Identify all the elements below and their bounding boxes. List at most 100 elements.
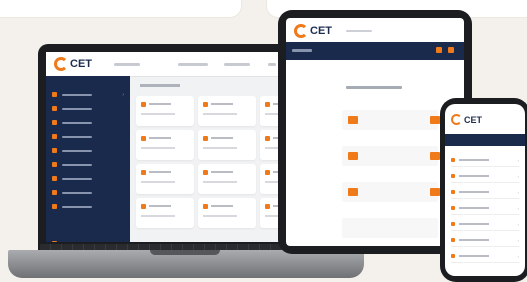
sidebar-label [62,107,92,110]
header-text [346,30,372,32]
chevron-right-icon: › [517,237,519,243]
menu-icon [451,238,455,242]
file-icon [52,106,57,111]
logo-mark-icon [451,114,462,125]
tile-title [149,205,171,207]
phone-menu-item[interactable]: › [451,202,519,215]
sidebar-item-users[interactable] [52,131,124,142]
brand-logo[interactable]: CET [451,114,482,125]
phone-navbar [445,134,525,146]
card-action-button[interactable] [430,116,440,124]
chevron-right-icon: › [517,253,519,259]
chart-icon [52,120,57,125]
dashboard-tile[interactable] [136,96,194,126]
tile-text [203,215,237,217]
content-card[interactable] [342,218,438,238]
tile-text [203,147,237,149]
tile-text [203,181,237,183]
tile-text [203,113,237,115]
header-nav-item[interactable] [224,63,250,66]
sidebar-item-home[interactable]: › [52,89,124,100]
card-icon [348,116,358,124]
dashboard-tile[interactable] [198,130,256,160]
header-nav-item[interactable] [178,63,208,66]
menu-icon [451,174,455,178]
tile-title [211,205,233,207]
tile-icon [203,204,208,209]
settings-icon [52,176,57,181]
sidebar: › [46,76,130,242]
dashboard-tile[interactable] [198,198,256,228]
logo-mark-icon [294,24,308,38]
card-icon [348,188,358,196]
sidebar-item-help[interactable] [52,201,124,212]
phone-menu-item[interactable]: › [451,218,519,231]
tile-title [211,137,233,139]
chevron-right-icon: › [517,221,519,227]
dashboard-tile[interactable] [198,96,256,126]
calendar-icon [52,148,57,153]
menu-button[interactable] [436,47,442,53]
menu-icon [451,222,455,226]
brand-logo[interactable]: CET [294,24,332,38]
phone-menu-item[interactable]: › [451,186,519,199]
sidebar-label [62,191,92,194]
tile-icon [141,204,146,209]
menu-label [459,159,489,161]
dashboard-tile[interactable] [136,164,194,194]
sidebar-item-reports[interactable] [52,117,124,128]
menu-label [459,239,489,241]
card-action-button[interactable] [430,152,440,160]
logo-text: CET [464,114,482,125]
dashboard-tile[interactable] [136,130,194,160]
phone-menu-item[interactable]: › [451,234,519,247]
tile-icon [141,136,146,141]
clipboard-icon [52,162,57,167]
phone-menu-item[interactable]: › [451,170,519,183]
users-icon [52,134,57,139]
tile-icon [265,204,270,209]
tile-title [149,103,171,105]
bell-icon[interactable] [448,47,454,53]
menu-label [459,223,489,225]
tile-text [141,181,175,183]
tablet-screen: CET [286,18,464,246]
menu-icon [451,206,455,210]
menu-label [459,175,489,177]
tablet-navbar [286,42,464,60]
sidebar-item-files[interactable] [52,103,124,114]
tile-title [149,137,171,139]
dashboard-tile[interactable] [198,164,256,194]
sidebar-item-alerts[interactable] [52,187,124,198]
logo-mark-icon [54,57,68,71]
phone-menu-item[interactable]: › [451,250,519,263]
phone-menu-item[interactable]: › [451,154,519,167]
header-nav-item[interactable] [268,63,276,66]
tile-title [211,171,233,173]
tile-icon [265,102,270,107]
phone-screen: CET › › › › › › › [445,104,525,276]
menu-label [459,255,489,257]
top-card-left [0,0,242,18]
sidebar-item-logout[interactable] [52,238,124,242]
section-heading [346,86,402,89]
dashboard-tile[interactable] [136,198,194,228]
brand-logo[interactable]: CET [54,57,92,71]
sidebar-item-tasks[interactable] [52,159,124,170]
menu-icon [451,158,455,162]
header-nav-item[interactable] [114,63,140,66]
card-icon [348,152,358,160]
menu-icon [451,190,455,194]
sidebar-label [62,149,92,152]
tile-icon [203,102,208,107]
sidebar-label [62,93,92,96]
nav-label[interactable] [292,49,312,52]
card-action-button[interactable] [430,188,440,196]
page-title [140,84,180,87]
sidebar-item-settings[interactable] [52,173,124,184]
logo-text: CET [70,58,92,70]
tile-icon [265,170,270,175]
tile-text [141,113,175,115]
sidebar-item-calendar[interactable] [52,145,124,156]
menu-label [459,191,489,193]
